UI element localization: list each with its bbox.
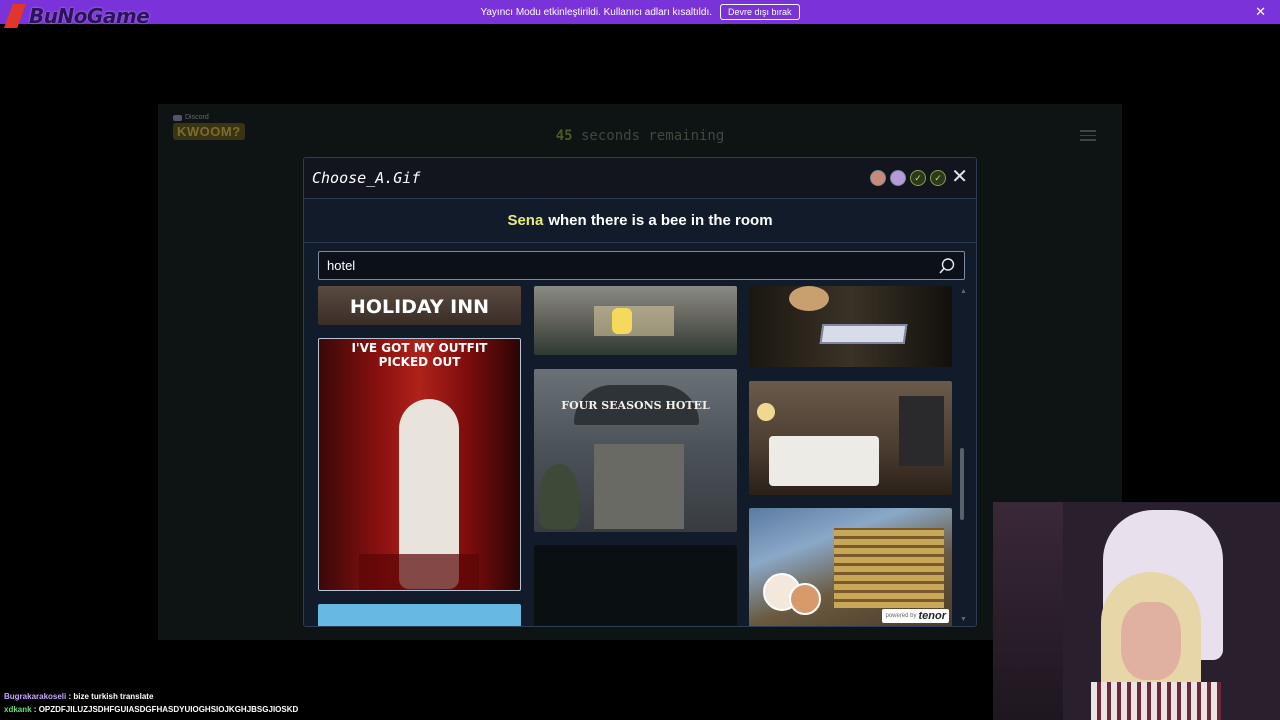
player-done-check-icon: ✓: [910, 170, 926, 186]
countdown-timer: 45 seconds remaining: [158, 128, 1122, 144]
chat-text: bize turkish translate: [73, 692, 154, 701]
gif-doorway: [594, 444, 684, 529]
close-icon[interactable]: ✕: [1255, 4, 1266, 20]
chat-username: xdkank: [4, 705, 32, 714]
gif-lamp: [757, 403, 775, 421]
webcam-person-face: [1121, 602, 1181, 680]
gif-food-circle: [789, 583, 821, 615]
prompt-sentence: when there is a bee in the room: [548, 212, 773, 229]
discord-label: Discord: [173, 114, 245, 121]
tenor-logo: tenor: [918, 610, 947, 622]
gif-building: [834, 528, 944, 608]
banner-message: Yayıncı Modu etkinleştirildi. Kullanıcı …: [480, 6, 713, 18]
chat-message: xdkank : OPZDFJILUZJSDHFGUIASDGFHASDYUIO…: [4, 705, 299, 714]
gif-results-grid: HOLIDAY INN I'VE GOT MY OUTFIT PICKED OU…: [318, 286, 954, 626]
gif-bush: [539, 464, 579, 529]
gif-lobby-light: [594, 306, 674, 336]
timer-number: 45: [555, 128, 573, 144]
streamer-mode-banner: Yayıncı Modu etkinleştirildi. Kullanıcı …: [0, 0, 1280, 24]
hamburger-menu-icon[interactable]: [1080, 130, 1096, 144]
gif-search-input[interactable]: [327, 258, 917, 273]
scrollbar-thumb[interactable]: [960, 448, 964, 520]
gif-result-holiday-inn[interactable]: HOLIDAY INN: [318, 286, 521, 325]
gif-result-hotel-room[interactable]: [749, 381, 952, 495]
results-scrollbar[interactable]: ▲ ▼: [960, 288, 967, 623]
webcam-person-body: [1091, 682, 1221, 720]
modal-header: Choose_A.Gif ✓ ✓ ✕: [304, 158, 976, 199]
gif-cat: [789, 286, 829, 311]
gif-floor: [359, 554, 479, 590]
chat-username: Bugrakarakoseli: [4, 692, 67, 701]
gif-bed: [769, 436, 879, 486]
gif-result-outfit[interactable]: I'VE GOT MY OUTFIT PICKED OUT: [318, 338, 521, 591]
logo-mark-icon: [4, 4, 26, 28]
chat-overlay: Bugrakarakoseli : bize turkish translate…: [4, 690, 298, 716]
gif-caption: HOLIDAY INN: [349, 296, 490, 318]
gif-pony: [612, 308, 632, 334]
stream-frame: Yayıncı Modu etkinleştirildi. Kullanıcı …: [0, 0, 1280, 720]
player-done-check-icon: ✓: [930, 170, 946, 186]
chat-text: OPZDFJILUZJSDHFGUIASDGFHASDYUIOGHSIOJKGH…: [38, 705, 299, 714]
webcam-overlay: [993, 502, 1280, 720]
logo-text: BuNoGame: [29, 4, 150, 28]
gif-result-loading[interactable]: [534, 545, 737, 626]
scroll-up-icon[interactable]: ▲: [960, 288, 967, 295]
gif-result-hotel-lobby[interactable]: [534, 286, 737, 355]
gif-result-blue[interactable]: [318, 604, 521, 626]
modal-title: Choose_A.Gif: [312, 169, 421, 187]
gif-reception-sign: [819, 324, 908, 344]
search-icon[interactable]: [938, 257, 956, 275]
prompt-text: Sena when there is a bee in the room: [304, 199, 976, 243]
player-avatar: [890, 170, 906, 186]
prompt-player-name: Sena: [507, 212, 544, 229]
player-avatar: [870, 170, 886, 186]
close-icon[interactable]: ✕: [951, 166, 968, 188]
gif-search-box: [318, 251, 965, 280]
gif-window: [899, 396, 944, 466]
gif-result-four-seasons[interactable]: FOUR SEASONS HOTEL: [534, 369, 737, 532]
discord-icon: [173, 114, 182, 121]
powered-by-tenor: powered by tenor: [882, 609, 949, 623]
player-status-list: ✓ ✓: [870, 170, 946, 186]
gif-hotel-sign-text: FOUR SEASONS HOTEL: [561, 399, 710, 412]
disable-streamer-mode-button[interactable]: Devre dışı bırak: [720, 4, 800, 20]
chat-message: Bugrakarakoseli : bize turkish translate: [4, 692, 154, 701]
channel-logo: BuNoGame: [4, 2, 150, 30]
gif-caption: I'VE GOT MY OUTFIT PICKED OUT: [351, 341, 488, 369]
timer-text: seconds remaining: [581, 128, 725, 144]
gif-result-hotel-reception[interactable]: [749, 286, 952, 367]
scroll-down-icon[interactable]: ▼: [960, 616, 967, 623]
webcam-shelf: [993, 502, 1063, 720]
choose-gif-modal: Choose_A.Gif ✓ ✓ ✕ Sena when there is a …: [303, 157, 977, 627]
